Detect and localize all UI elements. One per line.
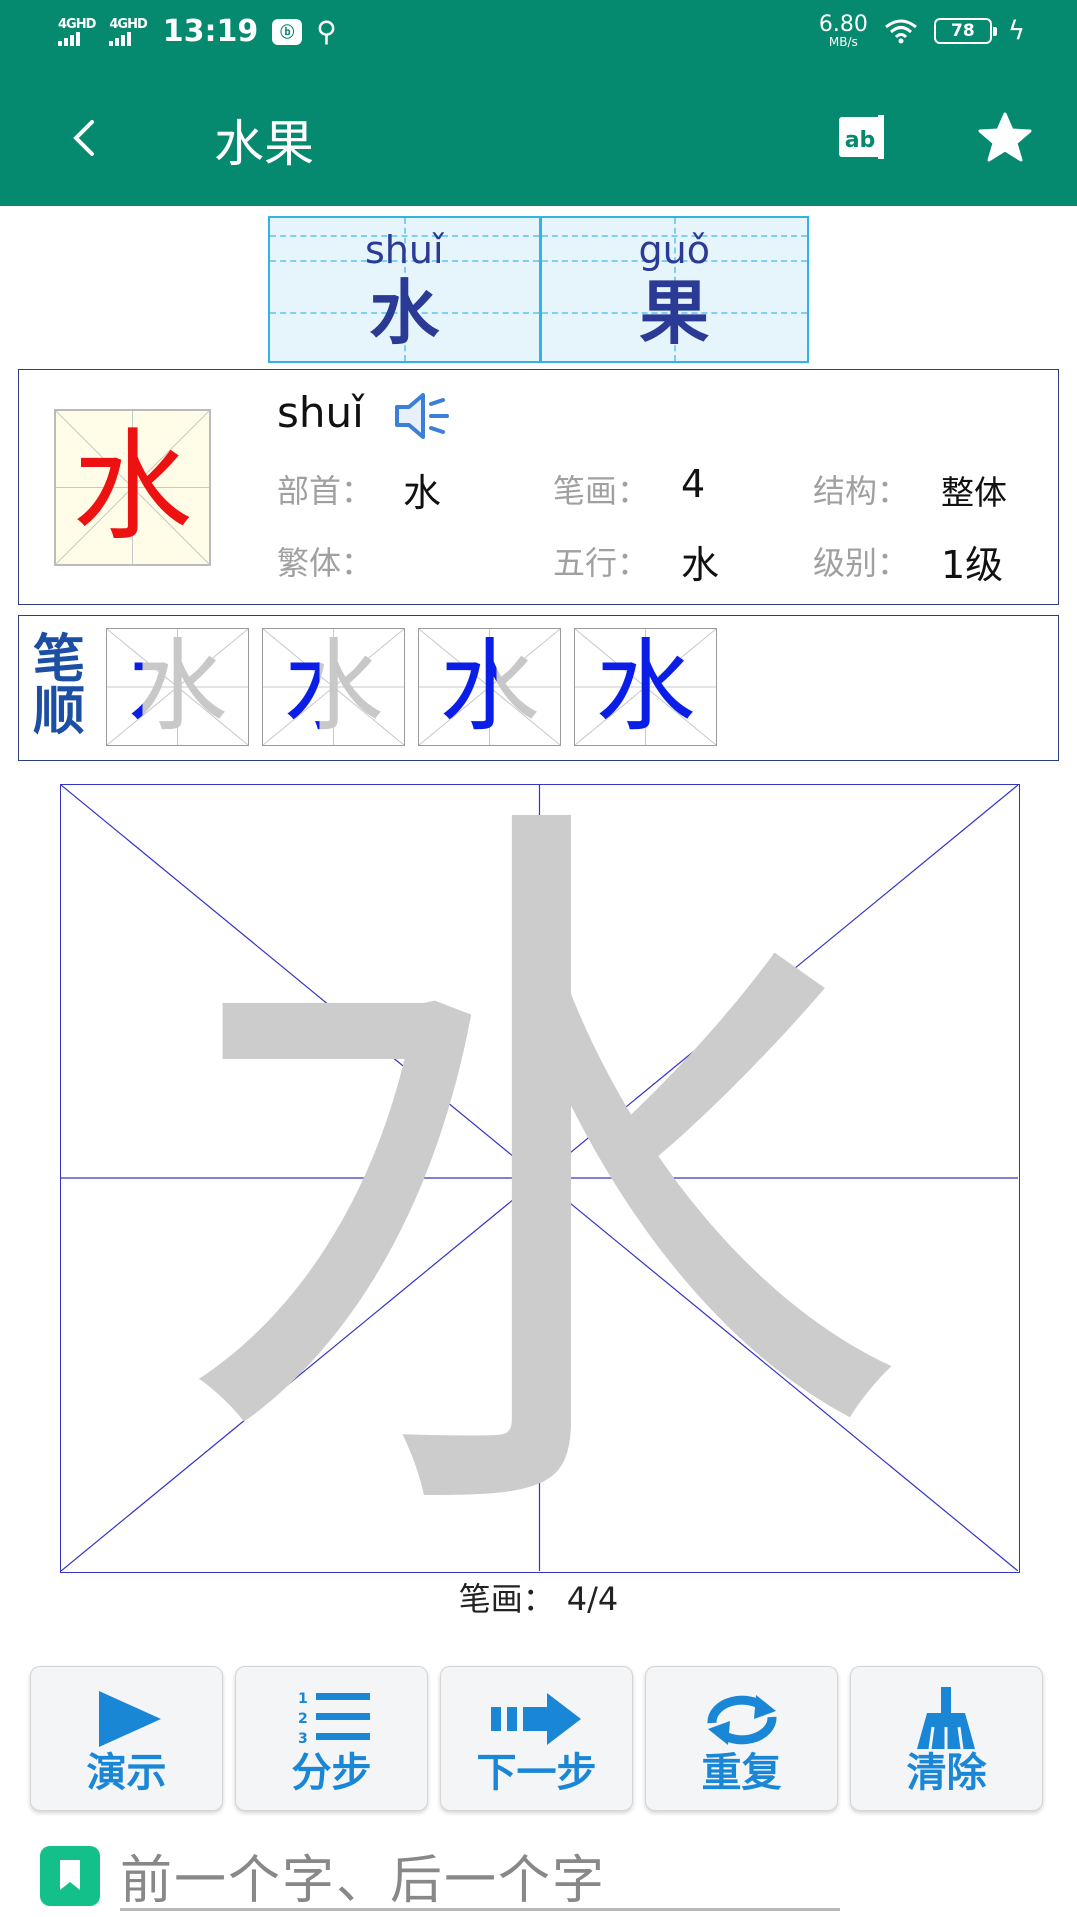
character-info-panel: 水 shuǐ 部首： 水 笔画： 4 结构： 整体 繁体： 五行： 水 级别： … — [18, 369, 1059, 605]
stroke-step-character: 水 — [107, 629, 248, 745]
structure-value: 整体 — [941, 473, 1007, 512]
stroke-step-character: 水 — [263, 629, 404, 745]
clear-button[interactable]: 清除 — [850, 1666, 1043, 1811]
svg-text:2: 2 — [298, 1711, 308, 1727]
demo-button[interactable]: 演示 — [30, 1666, 223, 1811]
step-button[interactable]: 1 2 3 分步 — [235, 1666, 428, 1811]
network-type: 4GHD — [58, 16, 96, 32]
repeat-button[interactable]: 重复 — [645, 1666, 838, 1811]
word-char: 果 — [639, 272, 710, 354]
divider — [120, 1908, 840, 1911]
battery-icon: 78 — [933, 18, 997, 44]
clock: 13:19 — [162, 14, 259, 49]
bottom-navigation: 前一个字、后一个字 — [0, 1830, 1077, 1917]
page-title: 水果 — [214, 115, 314, 173]
text-recognition-icon[interactable]: ab — [836, 114, 886, 160]
strokes-value: 4 — [681, 462, 706, 506]
word-pinyin-grid: shuǐ 水 guǒ 果 — [268, 216, 809, 363]
stroke-counter: 笔画： 4/4 — [458, 1580, 619, 1618]
app-notification-icon: ⓑ — [272, 18, 303, 45]
word-cell[interactable]: guǒ 果 — [538, 218, 807, 361]
signal-icon: 4GHD — [109, 16, 148, 46]
star-favorite-icon[interactable] — [978, 112, 1032, 162]
bookmark-icon[interactable] — [38, 1844, 102, 1908]
status-bar: 4GHD 4GHD 13:19 ⓑ ⚲ 6.80 MB/s 78 ϟ — [0, 0, 1077, 68]
traditional-label: 繁体： — [277, 544, 374, 582]
stroke-step-box[interactable]: 水 — [262, 628, 405, 746]
word-pinyin: shuǐ — [364, 228, 444, 272]
writing-practice-grid[interactable]: 水 — [60, 784, 1020, 1573]
svg-text:1: 1 — [298, 1691, 308, 1707]
wuxing-value: 水 — [681, 543, 720, 587]
stroke-step-box[interactable]: 水 — [106, 628, 249, 746]
practice-character-outline: 水 — [170, 747, 910, 1610]
network-speed: 6.80 MB/s — [818, 12, 868, 49]
word-char: 水 — [369, 272, 440, 354]
stroke-step-character: 水 — [419, 629, 560, 745]
prev-next-character-link[interactable]: 前一个字、后一个字 — [120, 1838, 606, 1913]
svg-text:ab: ab — [845, 128, 876, 153]
signal-icon: 4GHD — [58, 16, 96, 46]
usb-icon: ⚲ — [316, 15, 337, 48]
radical-value: 水 — [403, 471, 442, 515]
word-pinyin: guǒ — [638, 228, 710, 272]
stroke-order-panel: 笔 顺 水水水水 — [18, 615, 1059, 761]
stroke-step-box[interactable]: 水 — [418, 628, 561, 746]
structure-label: 结构： — [813, 472, 910, 510]
stroke-order-title: 笔 顺 — [32, 630, 85, 742]
character-display: 水 — [72, 417, 193, 557]
wifi-icon — [884, 19, 917, 44]
radical-label: 部首： — [277, 472, 374, 510]
character-pinyin: shuǐ — [277, 388, 364, 437]
stroke-step-character: 水 — [595, 628, 696, 745]
app-bar: 水果 ab — [0, 68, 1077, 206]
character-tianzi-box: 水 — [54, 409, 211, 566]
network-type: 4GHD — [109, 16, 147, 32]
charging-icon: ϟ — [1007, 16, 1025, 46]
speaker-icon[interactable] — [393, 390, 453, 442]
level-label: 级别： — [813, 544, 910, 582]
word-cell[interactable]: shuǐ 水 — [270, 218, 539, 361]
wuxing-label: 五行： — [553, 544, 650, 582]
next-step-button[interactable]: 下一步 — [440, 1666, 633, 1811]
level-value: 1级 — [941, 543, 1004, 587]
strokes-label: 笔画： — [553, 472, 650, 510]
back-arrow-icon[interactable] — [60, 110, 110, 166]
stroke-step-box[interactable]: 水 — [574, 628, 717, 746]
